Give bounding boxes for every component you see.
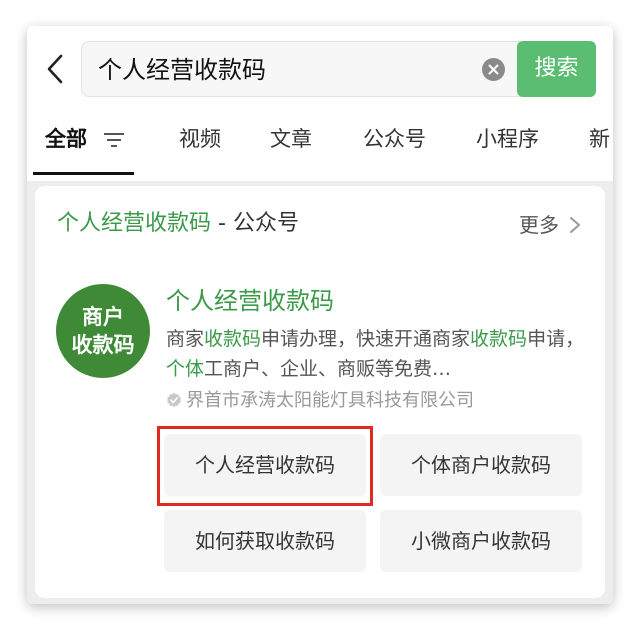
section-title-highlight: 个人经营收款码: [57, 211, 212, 236]
tab-mini-program[interactable]: 小程序: [476, 124, 539, 154]
result-card: 个人经营收款码 - 公众号 更多 商户 收款码 个人经营收款码 商家收款码申请办…: [35, 186, 605, 598]
top-bar: 个人经营收款码 搜索 全部 视频 文章 公众号 小程序 新: [27, 26, 613, 181]
avatar-line2: 收款码: [71, 333, 135, 357]
tab-all[interactable]: 全部: [45, 124, 87, 154]
avatar-line1: 商户: [82, 305, 124, 329]
more-link[interactable]: 更多: [519, 211, 559, 239]
chevron-right-icon[interactable]: [569, 216, 581, 234]
back-arrow-icon[interactable]: [41, 52, 69, 86]
tab-article[interactable]: 文章: [270, 124, 312, 154]
tab-bar: 全部 视频 文章 公众号 小程序 新: [27, 120, 613, 175]
search-input[interactable]: 个人经营收款码: [81, 41, 523, 97]
active-tab-indicator: [33, 172, 134, 175]
related-search-chip[interactable]: 如何获取收款码: [164, 510, 366, 572]
search-button[interactable]: 搜索: [517, 41, 596, 97]
section-title-suffix: - 公众号: [211, 211, 299, 236]
clear-icon[interactable]: [482, 58, 505, 81]
tab-video[interactable]: 视频: [179, 124, 221, 154]
verified-badge-icon: [167, 392, 181, 408]
annotation-highlight-box: [157, 426, 373, 506]
tab-new[interactable]: 新: [589, 124, 610, 154]
app-frame: 个人经营收款码 搜索 全部 视频 文章 公众号 小程序 新 个人经营收款码 - …: [27, 26, 613, 604]
filter-icon[interactable]: [103, 132, 125, 148]
related-search-chip[interactable]: 小微商户收款码: [380, 510, 582, 572]
account-description: 商家收款码申请办理，快速开通商家收款码申请，个体工商户、企业、商贩等免费…: [166, 328, 585, 380]
account-avatar[interactable]: 商户 收款码: [56, 284, 150, 378]
section-title: 个人经营收款码 - 公众号: [57, 208, 299, 240]
company-text: 界首市承涛太阳能灯具科技有限公司: [186, 390, 474, 411]
account-name[interactable]: 个人经营收款码: [166, 284, 334, 318]
company-name: 界首市承涛太阳能灯具科技有限公司: [166, 388, 474, 414]
related-search-chip[interactable]: 个体商户收款码: [380, 434, 582, 496]
tab-official-account[interactable]: 公众号: [363, 124, 426, 154]
search-query: 个人经营收款码: [98, 56, 266, 84]
